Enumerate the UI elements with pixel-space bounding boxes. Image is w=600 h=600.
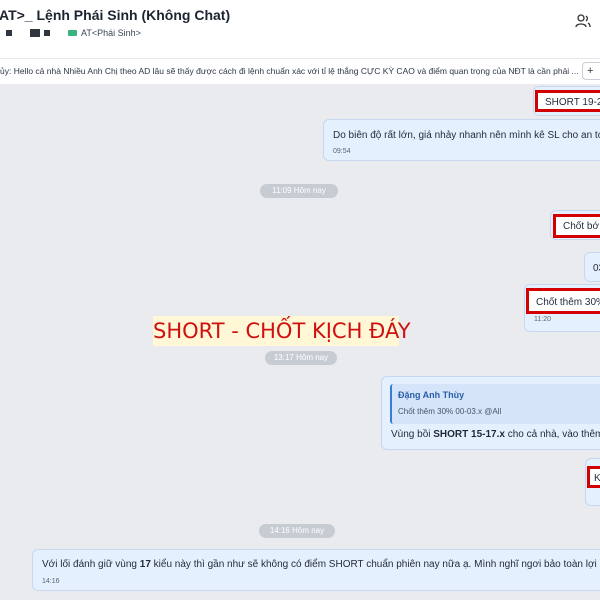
- message-text: Chốt thêm 30%: [536, 297, 600, 308]
- message-text: Do biên độ rất lớn, giá nhảy nhanh nên m…: [333, 130, 600, 141]
- highlight-box: K: [587, 466, 600, 488]
- message-text: Chốt bớ: [563, 221, 600, 232]
- add-button[interactable]: +: [582, 62, 600, 80]
- highlight-box: Chốt thêm 30%: [526, 288, 600, 314]
- message-bubble[interactable]: 03: [584, 252, 600, 282]
- chat-subtitle: AT<Phái Sinh>: [0, 27, 141, 39]
- chat-area[interactable]: SHORT 19-21. Do biên độ rất lớn, giá nhả…: [0, 84, 600, 600]
- highlight-box: Chốt bớ: [553, 214, 600, 238]
- quote-text: Chốt thêm 30% 00-03.x @All: [398, 407, 502, 416]
- redacted-block: [6, 30, 12, 36]
- redacted-block: [30, 29, 40, 37]
- group-tag[interactable]: AT<Phái Sinh>: [81, 28, 141, 38]
- message-bubble[interactable]: Do biên độ rất lớn, giá nhảy nhanh nên m…: [323, 119, 600, 161]
- reply-quote[interactable]: Đặng Anh Thùy Chốt thêm 30% 00-03.x @All: [390, 384, 600, 424]
- chat-title: AT>_ Lệnh Phái Sinh (Không Chat): [0, 7, 231, 23]
- date-divider: 14:16 Hôm nay: [259, 524, 335, 538]
- pinned-message-bar[interactable]: ủy: Hello cả nhà Nhiều Anh Chị theo AD l…: [0, 58, 600, 86]
- message-text: Với lối đánh giữ vùng 17 kiểu này thì gầ…: [42, 559, 600, 570]
- highlight-box: SHORT 19-21.: [535, 90, 600, 112]
- date-divider: 11:09 Hôm nay: [260, 184, 338, 198]
- message-bubble[interactable]: Với lối đánh giữ vùng 17 kiểu này thì gầ…: [32, 549, 600, 591]
- members-icon[interactable]: [574, 12, 592, 30]
- message-text: K: [594, 473, 600, 484]
- date-divider: 13:17 Hôm nay: [265, 351, 337, 365]
- pinned-message-text[interactable]: ủy: Hello cả nhà Nhiều Anh Chị theo AD l…: [0, 66, 580, 76]
- message-time: 09:54: [333, 148, 351, 155]
- message-text: 03: [593, 263, 600, 274]
- tag-icon: [68, 30, 77, 36]
- chat-header: AT>_ Lệnh Phái Sinh (Không Chat) AT<Phái…: [0, 0, 600, 44]
- message-bubble[interactable]: Đặng Anh Thùy Chốt thêm 30% 00-03.x @All…: [381, 376, 600, 450]
- overlay-caption: SHORT - CHỐT KỊCH ĐÁY: [153, 316, 411, 346]
- message-time: 11:20: [534, 316, 551, 323]
- message-time: 14:16: [42, 578, 60, 585]
- message-text: Vùng bồi SHORT 15-17.x cho cả nhà, vào t…: [391, 429, 600, 440]
- message-text: SHORT 19-21.: [545, 97, 600, 108]
- redacted-block: [44, 30, 50, 36]
- quote-author: Đặng Anh Thùy: [398, 390, 465, 400]
